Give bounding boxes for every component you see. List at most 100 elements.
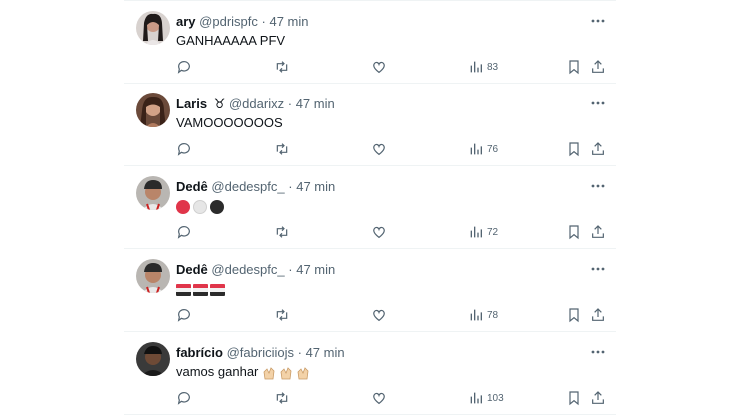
- views-stat[interactable]: 103: [468, 389, 504, 407]
- more-options-icon[interactable]: [588, 13, 608, 29]
- flag-icon: [210, 283, 225, 296]
- timeline: ary @pdrispfc · 47 min GANHAAAAA PFV 83 …: [124, 0, 616, 416]
- clapping-hands-icon: [280, 366, 292, 379]
- action-bar: 72: [176, 223, 608, 241]
- retweet-icon[interactable]: [274, 140, 290, 158]
- display-name[interactable]: Dedê: [176, 262, 208, 277]
- flag-icon: [176, 283, 191, 296]
- flag-icon: [193, 283, 208, 296]
- timestamp[interactable]: 47 min: [296, 96, 335, 111]
- retweet-icon[interactable]: [274, 389, 290, 407]
- views-count: 103: [487, 392, 504, 404]
- like-icon[interactable]: [371, 306, 387, 324]
- reply-icon[interactable]: [176, 306, 192, 324]
- bookmark-icon[interactable]: [566, 306, 582, 324]
- views-icon: [470, 392, 482, 404]
- avatar[interactable]: [136, 342, 170, 376]
- views-stat[interactable]: 72: [468, 223, 498, 241]
- avatar[interactable]: [136, 259, 170, 293]
- display-name[interactable]: ary: [176, 14, 196, 29]
- action-bar: 78: [176, 306, 608, 324]
- views-count: 83: [487, 61, 499, 73]
- bookmark-icon[interactable]: [566, 223, 582, 241]
- tweet[interactable]: ary @pdrispfc · 47 min GANHAAAAA PFV 83: [124, 0, 616, 84]
- retweet-icon[interactable]: [274, 58, 290, 76]
- share-icon[interactable]: [590, 140, 606, 158]
- share-icon[interactable]: [590, 223, 606, 241]
- views-icon: [470, 143, 482, 155]
- handle[interactable]: @pdrispfc: [199, 14, 258, 29]
- tweet-header: fabrício @fabriciiojs · 47 min: [176, 345, 345, 361]
- separator: ·: [297, 345, 302, 360]
- display-name[interactable]: Dedê: [176, 179, 208, 194]
- tweet[interactable]: Laris ♉ @ddarixz · 47 min VAMOOOOOOOS 76: [124, 83, 616, 166]
- display-name[interactable]: fabrício: [176, 345, 223, 360]
- more-options-icon[interactable]: [588, 95, 608, 111]
- tweet[interactable]: Dedê @dedespfc_ · 47 min 78: [124, 249, 616, 332]
- action-bar: 83: [176, 58, 608, 76]
- more-options-icon[interactable]: [588, 261, 608, 277]
- retweet-icon[interactable]: [274, 223, 290, 241]
- bookmark-icon[interactable]: [566, 389, 582, 407]
- timestamp[interactable]: 47 min: [269, 14, 308, 29]
- more-options-icon[interactable]: [588, 344, 608, 360]
- reply-icon[interactable]: [176, 140, 192, 158]
- like-icon[interactable]: [371, 223, 387, 241]
- separator: ·: [288, 262, 293, 277]
- share-icon[interactable]: [590, 306, 606, 324]
- tweet-text: GANHAAAAA PFV: [176, 33, 286, 48]
- red-circle-icon: [176, 199, 190, 214]
- display-name[interactable]: Laris: [176, 96, 207, 111]
- tweet-header: Laris ♉ @ddarixz · 47 min: [176, 96, 335, 112]
- views-count: 76: [487, 143, 499, 155]
- avatar[interactable]: [136, 176, 170, 210]
- action-bar: 103: [176, 389, 608, 407]
- retweet-icon[interactable]: [274, 306, 290, 324]
- share-icon[interactable]: [590, 58, 606, 76]
- like-icon[interactable]: [371, 58, 387, 76]
- handle[interactable]: @dedespfc_: [211, 262, 284, 277]
- avatar[interactable]: [136, 93, 170, 127]
- reply-icon[interactable]: [176, 223, 192, 241]
- taurus-sign-icon: ♉: [213, 96, 226, 111]
- separator: ·: [261, 14, 266, 29]
- tweet-emoji-row: [176, 198, 227, 214]
- black-circle-icon: [210, 199, 224, 214]
- views-count: 72: [487, 226, 499, 238]
- like-icon[interactable]: [371, 389, 387, 407]
- tweet-header: Dedê @dedespfc_ · 47 min: [176, 262, 335, 278]
- tweet-text-row: vamos ganhar: [176, 364, 313, 380]
- views-stat[interactable]: 76: [468, 140, 498, 158]
- views-icon: [470, 309, 482, 321]
- tweet[interactable]: fabrício @fabriciiojs · 47 min vamos gan…: [124, 332, 616, 415]
- clapping-hands-icon: [263, 366, 275, 379]
- tweet-header: ary @pdrispfc · 47 min: [176, 14, 309, 30]
- timestamp[interactable]: 47 min: [296, 262, 335, 277]
- views-icon: [470, 61, 482, 73]
- separator: ·: [288, 179, 293, 194]
- clapping-hands-icon: [297, 366, 309, 379]
- share-icon[interactable]: [590, 389, 606, 407]
- tweet-emoji-row: [176, 281, 227, 297]
- bookmark-icon[interactable]: [566, 58, 582, 76]
- separator: ·: [287, 96, 293, 111]
- views-stat[interactable]: 83: [468, 58, 498, 76]
- handle[interactable]: @fabriciiojs: [227, 345, 294, 360]
- views-stat[interactable]: 78: [468, 306, 498, 324]
- reply-icon[interactable]: [176, 389, 192, 407]
- handle[interactable]: @dedespfc_: [211, 179, 284, 194]
- tweet-header: Dedê @dedespfc_ · 47 min: [176, 179, 335, 195]
- handle[interactable]: @ddarixz: [229, 96, 284, 111]
- like-icon[interactable]: [371, 140, 387, 158]
- views-count: 78: [487, 309, 499, 321]
- bookmark-icon[interactable]: [566, 140, 582, 158]
- more-options-icon[interactable]: [588, 178, 608, 194]
- tweet-text: vamos ganhar: [176, 364, 259, 379]
- tweet[interactable]: Dedê @dedespfc_ · 47 min 72: [124, 166, 616, 249]
- timestamp[interactable]: 47 min: [296, 179, 335, 194]
- reply-icon[interactable]: [176, 58, 192, 76]
- timestamp[interactable]: 47 min: [306, 345, 345, 360]
- white-circle-icon: [193, 199, 207, 214]
- avatar[interactable]: [136, 11, 170, 45]
- action-bar: 76: [176, 140, 608, 158]
